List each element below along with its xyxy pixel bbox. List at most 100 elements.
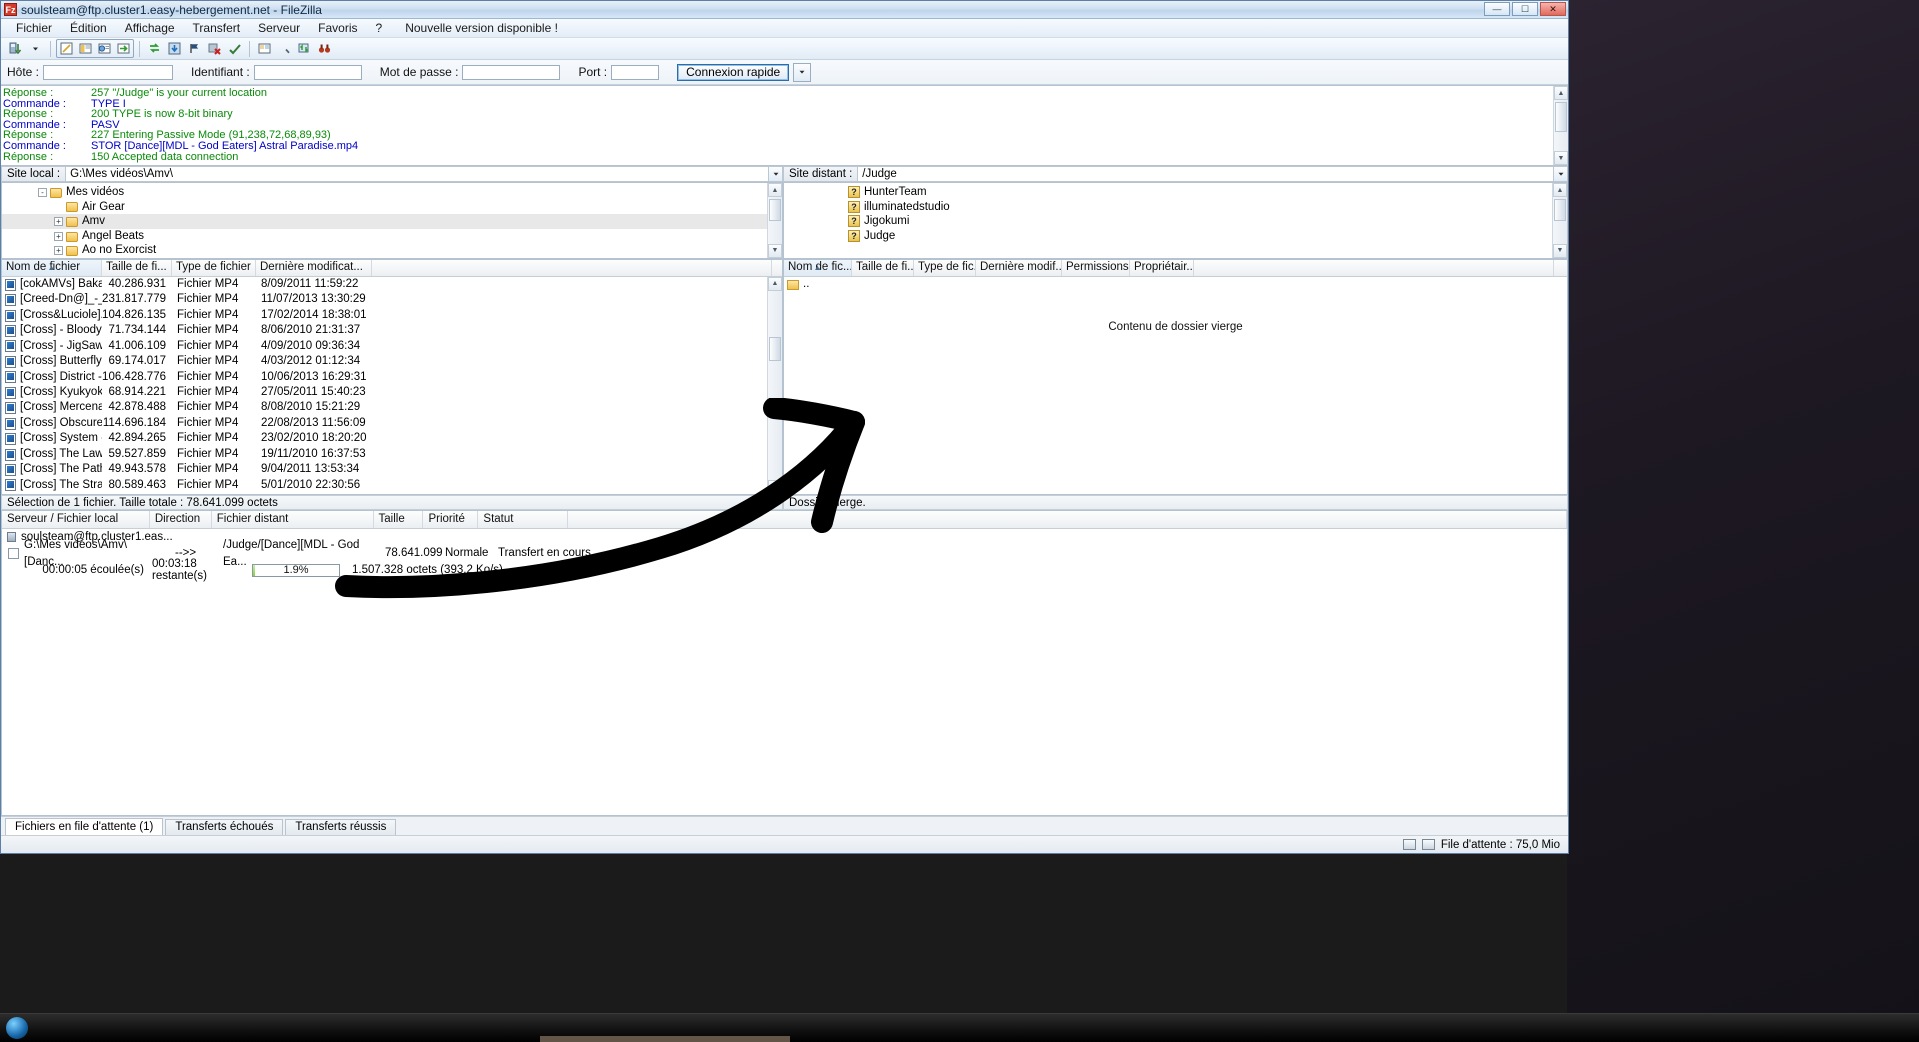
scroll-up-icon[interactable]: ▲ [1553, 183, 1567, 197]
table-row[interactable]: [Cross] - Bloody... 71.734.144 Fichier MP4… [2, 323, 782, 338]
toggle-message-log-icon[interactable] [57, 39, 76, 58]
local-file-list[interactable]: Nom de fichier ▲ Taille de fi... Type de fi… [1, 258, 783, 496]
queue-row-checkbox[interactable] [8, 548, 19, 560]
scroll-down-icon[interactable]: ▼ [768, 243, 782, 258]
compare-directories-icon[interactable] [255, 39, 274, 58]
queue-body[interactable]: soulsteam@ftp.cluster1.eas... G:\Mes vid… [2, 529, 1567, 815]
scroll-thumb[interactable] [1554, 199, 1566, 221]
taskbar-thumbnail[interactable] [540, 1036, 790, 1042]
tree-node[interactable]: Air Gear [2, 200, 782, 215]
local-column-header[interactable]: Taille de fi... [102, 259, 172, 276]
binoculars-icon[interactable] [315, 39, 334, 58]
remote-path-input[interactable]: /Judge [857, 166, 1554, 182]
queue-column-header[interactable]: Taille [374, 511, 424, 529]
scroll-thumb[interactable] [1555, 102, 1567, 132]
site-manager-icon[interactable] [6, 39, 25, 58]
table-row[interactable]: [cokAMVs] Baka... 40.286.931 Fichier MP4 8/… [2, 277, 782, 292]
local-column-header[interactable]: Nom de fichier ▲ [2, 259, 102, 276]
remote-list-header[interactable]: Nom de fic... ▲ Taille de fi... Type de fic… [784, 259, 1567, 277]
toggle-remote-tree-icon[interactable] [95, 39, 114, 58]
queue-column-header[interactable]: Priorité [423, 511, 479, 529]
password-input[interactable] [462, 64, 561, 80]
queue-column-header[interactable] [568, 511, 1567, 529]
tree-node[interactable]: ? illuminatedstudio [784, 200, 1567, 215]
table-row[interactable]: [Cross] The Stra... 80.589.463 Fichier MP4… [2, 478, 782, 493]
username-input[interactable] [253, 64, 362, 80]
remote-column-header[interactable]: Permissions [1062, 259, 1130, 276]
menu-edition[interactable]: Édition [61, 20, 116, 36]
tree-node[interactable]: + Angel Beats [2, 229, 782, 244]
menu-help[interactable]: ? [367, 20, 392, 36]
remote-tree-scrollbar[interactable]: ▲ ▼ [1552, 183, 1567, 258]
tab-failed-transfers[interactable]: Transferts échoués [165, 819, 284, 835]
scroll-thumb[interactable] [769, 199, 781, 221]
local-column-header[interactable]: Type de fichier [172, 259, 256, 276]
quick-connect-button[interactable]: Connexion rapide [677, 63, 790, 81]
tree-node[interactable]: ? HunterTeam [784, 185, 1567, 200]
table-row[interactable]: [Cross] The Law ... 59.527.859 Fichier MP4… [2, 447, 782, 462]
toggle-transfer-queue-icon[interactable] [114, 39, 133, 58]
message-log-scrollbar[interactable]: ▲ ▼ [1553, 86, 1568, 165]
menu-affichage[interactable]: Affichage [116, 20, 184, 36]
table-row[interactable]: [Cross] The Path... 49.943.578 Fichier MP4… [2, 462, 782, 477]
table-row[interactable]: [Cross] Togethe...42.593.105Fichier MP42… [2, 493, 782, 495]
menu-transfert[interactable]: Transfert [184, 20, 250, 36]
close-button[interactable]: ✕ [1540, 2, 1566, 16]
host-input[interactable] [43, 64, 174, 80]
remote-column-header[interactable]: Propriétair... [1130, 259, 1194, 276]
tree-node[interactable]: - Mes vidéos [2, 185, 782, 200]
queue-column-header[interactable]: Direction [150, 511, 212, 529]
minimize-button[interactable]: — [1484, 2, 1510, 16]
dropdown-caret-icon[interactable] [26, 39, 45, 58]
remote-file-list[interactable]: Nom de fic... ▲ Taille de fi... Type de fic… [783, 258, 1568, 496]
local-column-header[interactable] [372, 259, 772, 276]
local-list-header[interactable]: Nom de fichier ▲ Taille de fi... Type de fi… [2, 259, 782, 277]
local-list-body[interactable]: [cokAMVs] Baka... 40.286.931 Fichier MP4 8/… [2, 276, 782, 495]
cancel-icon[interactable] [205, 39, 224, 58]
queue-header[interactable]: Serveur / Fichier local Direction Fichier … [2, 511, 1567, 530]
refresh-icon[interactable] [145, 39, 164, 58]
maximize-button[interactable]: ☐ [1512, 2, 1538, 16]
remote-column-header[interactable]: Nom de fic... ▲ [784, 259, 852, 276]
local-path-input[interactable]: G:\Mes vidéos\Amv\ [65, 166, 769, 182]
reconnect-icon[interactable] [295, 39, 314, 58]
remote-list-body[interactable]: .. Contenu de dossier vierge [784, 277, 1567, 495]
disconnect-icon[interactable] [225, 39, 244, 58]
local-tree-scrollbar[interactable]: ▲ ▼ [767, 183, 782, 258]
table-row[interactable]: [Cross] Kyukyok... 68.914.221 Fichier MP4 2… [2, 385, 782, 400]
tree-node[interactable]: + Ao no Exorcist [2, 243, 782, 258]
tab-successful-transfers[interactable]: Transferts réussis [285, 819, 397, 835]
menu-favoris[interactable]: Favoris [309, 20, 366, 36]
new-version-notice[interactable]: Nouvelle version disponible ! [391, 20, 567, 36]
scroll-down-icon[interactable]: ▼ [1554, 151, 1568, 165]
table-row[interactable]: [Cross] Butterfly... 69.174.017 Fichier MP… [2, 354, 782, 369]
start-orb-icon[interactable] [6, 1017, 28, 1039]
tree-node[interactable]: + Amv [2, 214, 782, 229]
menu-serveur[interactable]: Serveur [249, 20, 309, 36]
tree-expander-icon[interactable]: - [38, 187, 47, 197]
tree-node[interactable]: ? Jigokumi [784, 214, 1567, 229]
chevron-down-icon[interactable] [793, 62, 812, 82]
scroll-down-icon[interactable]: ▼ [768, 480, 782, 495]
scroll-up-icon[interactable]: ▲ [768, 276, 782, 291]
tree-expander-icon[interactable]: + [54, 246, 63, 256]
table-row[interactable]: [Creed-Dn@]_-_...231.817.779 Fichier MP4 1… [2, 292, 782, 307]
message-log[interactable]: Réponse : 257 "/Judge" is your current lo… [1, 85, 1568, 166]
remote-column-header[interactable]: Type de fic... [914, 259, 976, 276]
queue-column-header[interactable]: Fichier distant [212, 511, 374, 529]
transfer-queue[interactable]: Serveur / Fichier local Direction Fichier … [1, 510, 1568, 816]
toggle-local-tree-icon[interactable] [76, 39, 95, 58]
remote-column-header[interactable]: Taille de fi... [852, 259, 914, 276]
scroll-thumb[interactable] [769, 336, 781, 361]
local-directory-tree[interactable]: - Mes vidéos Air Gear + Amv + Angel Beats + Ao n… [1, 182, 783, 259]
table-row[interactable]: [Cross] Obscure ...114.696.184 Fichier MP… [2, 416, 782, 431]
local-column-header[interactable]: Dernière modificat... [256, 259, 372, 276]
scroll-up-icon[interactable]: ▲ [768, 183, 782, 197]
tree-node[interactable]: ? Judge [784, 229, 1567, 244]
scroll-up-icon[interactable]: ▲ [1554, 86, 1568, 100]
queue-column-header[interactable]: Serveur / Fichier local [2, 511, 150, 529]
queue-column-header[interactable]: Statut [478, 511, 569, 529]
table-row[interactable]: [Cross] System -... 42.894.265 Fichier MP4… [2, 431, 782, 446]
table-row[interactable]: [Cross&Luciole]... 104.826.135 Fichier MP4… [2, 308, 782, 323]
port-input[interactable] [611, 64, 660, 80]
